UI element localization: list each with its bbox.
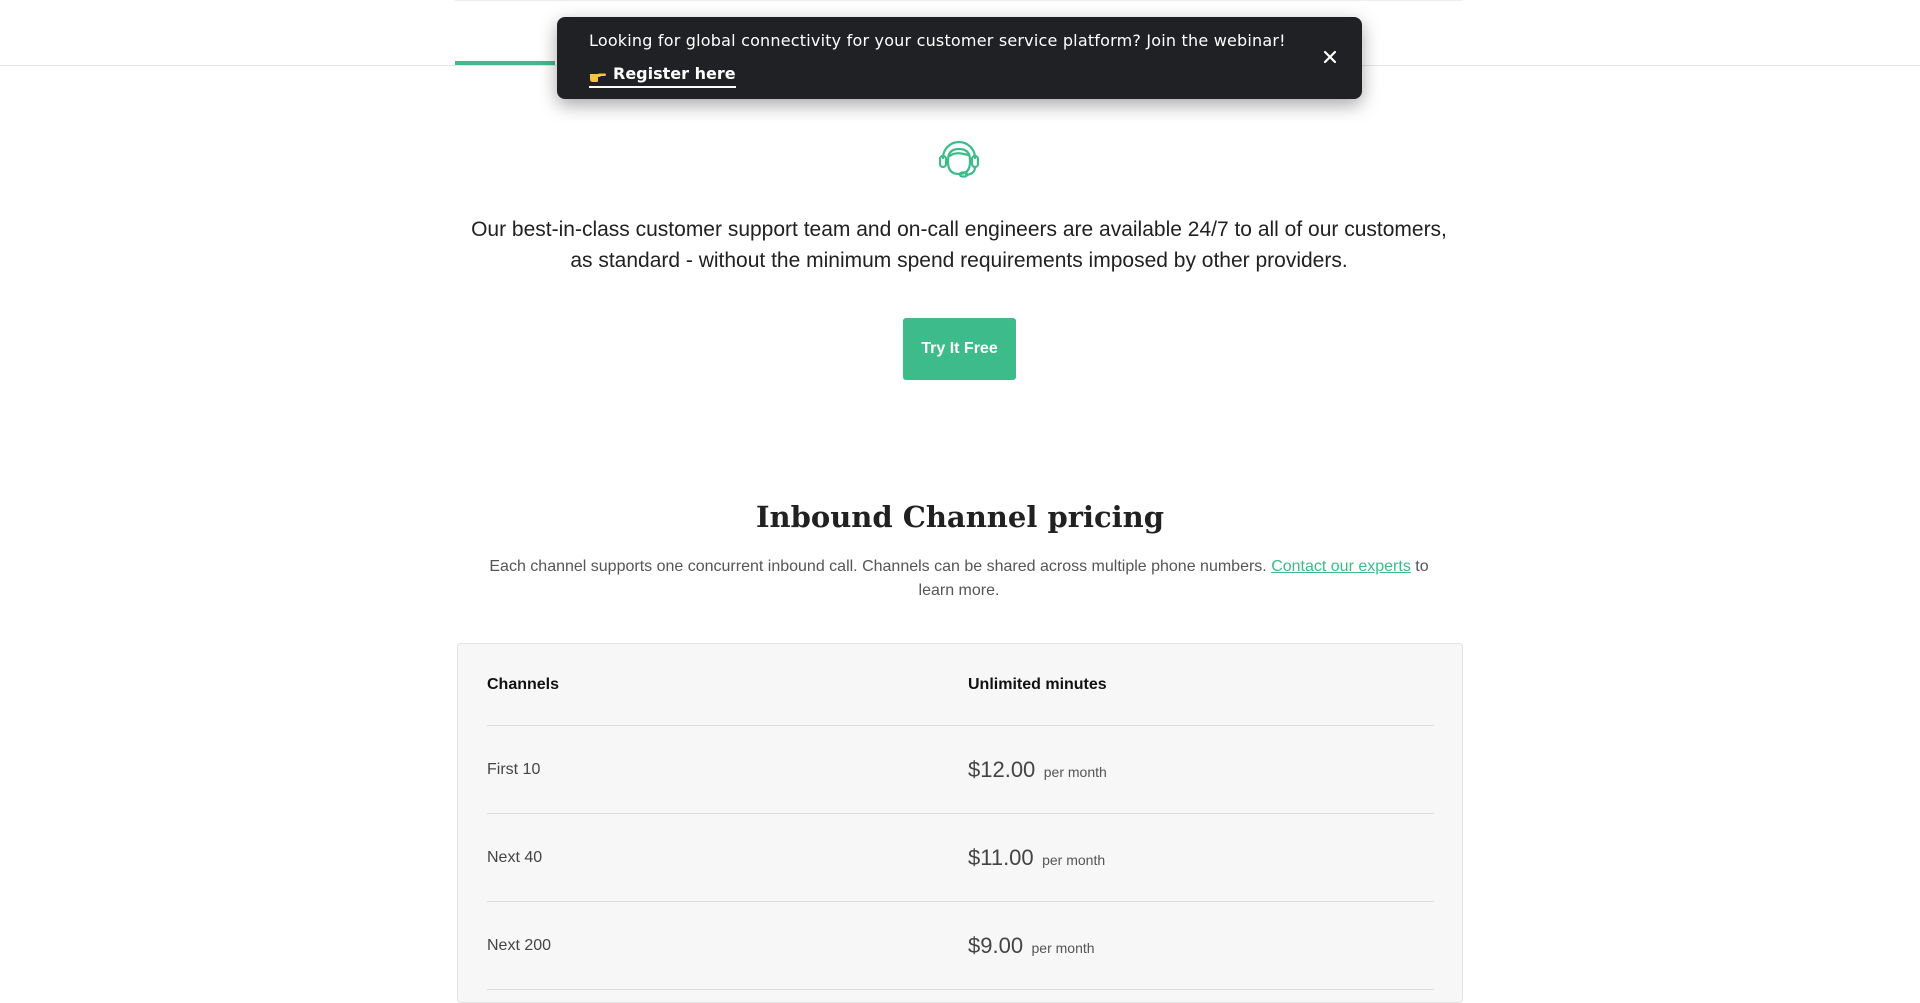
close-icon[interactable] [1318, 45, 1342, 69]
support-statement: Our best-in-class customer support team … [471, 218, 1447, 272]
tier-label: First 10 [487, 760, 541, 778]
tier-price: $9.00 [968, 932, 1024, 958]
header-channels: Channels [487, 675, 560, 693]
register-link[interactable]: Register here [589, 63, 736, 88]
top-divider [455, 0, 1463, 1]
try-it-free-button[interactable]: Try It Free [903, 318, 1016, 380]
tier-label: Next 200 [487, 936, 552, 954]
tier-unit: per month [1043, 763, 1107, 780]
webinar-banner: Looking for global connectivity for your… [557, 17, 1362, 99]
table-header-row: Channels Unlimited minutes [487, 644, 1434, 726]
table-row: Next 200 $9.00 per month [487, 902, 1434, 990]
banner-message: Looking for global connectivity for your… [589, 31, 1286, 50]
contact-experts-link[interactable]: Contact our experts [1271, 558, 1411, 575]
pricing-description-text: Each channel supports one concurrent inb… [489, 558, 1272, 575]
pricing-table: Channels Unlimited minutes First 10 $12.… [487, 644, 1434, 990]
pricing-title: Inbound Channel pricing [755, 500, 1165, 534]
pricing-description: Each channel supports one concurrent inb… [470, 555, 1448, 603]
headset-support-icon [934, 134, 984, 184]
tier-label: Next 40 [487, 848, 543, 866]
pricing-table-card: Channels Unlimited minutes First 10 $12.… [457, 643, 1463, 1003]
tier-price: $11.00 [968, 844, 1034, 870]
header-unlimited-minutes: Unlimited minutes [968, 675, 1107, 693]
pointing-hand-icon [589, 67, 607, 82]
active-tab-indicator [455, 61, 555, 65]
tier-unit: per month [1042, 851, 1106, 868]
register-link-label: Register here [613, 64, 736, 83]
table-row: First 10 $12.00 per month [487, 726, 1434, 814]
tier-price: $12.00 [968, 756, 1036, 782]
tier-unit: per month [1031, 939, 1095, 956]
table-row: Next 40 $11.00 per month [487, 814, 1434, 902]
